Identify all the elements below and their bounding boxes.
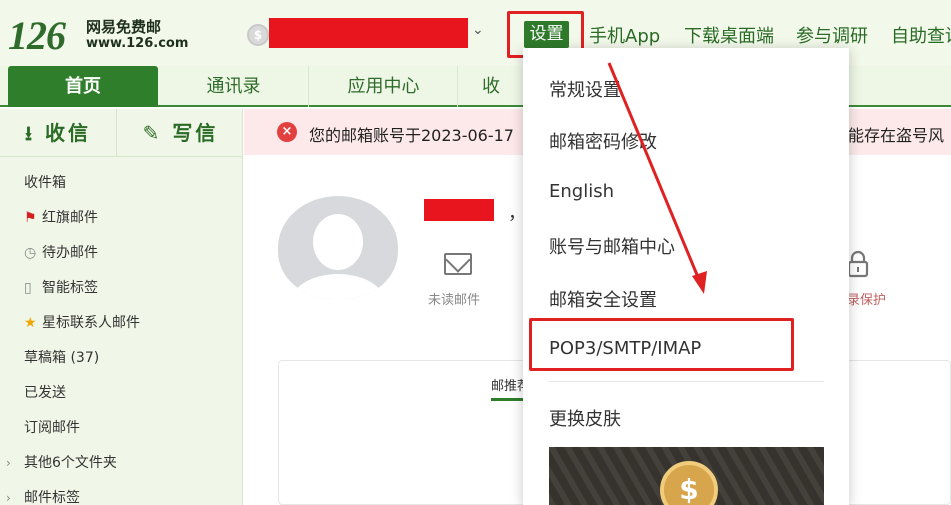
chevron-right-icon[interactable]: › (6, 456, 11, 470)
receive-label: 收信 (44, 121, 91, 145)
menu-item-english[interactable]: English (549, 181, 614, 202)
folder-label: 红旗邮件 (42, 210, 98, 226)
folder-label: 订阅邮件 (24, 420, 80, 436)
tab-partial[interactable]: 收 (459, 66, 523, 107)
account-badge-icon: $ (247, 24, 269, 46)
mail-envelope-icon[interactable] (444, 253, 472, 275)
download-icon: ⭳ (25, 121, 36, 145)
settings-dropdown-menu: 常规设置 邮箱密码修改 English 账号与邮箱中心 邮箱安全设置 POP3/… (523, 48, 849, 505)
folder-subscriptions[interactable]: 订阅邮件 (24, 417, 80, 439)
tab-home[interactable]: 首页 (8, 66, 158, 107)
folder-label: 其他6个文件夹 (24, 455, 117, 471)
folder-todo[interactable]: ◷ 待办邮件 (24, 242, 98, 264)
alert-text: 您的邮箱账号于2023-06-17 (309, 126, 514, 145)
menu-item-account-center[interactable]: 账号与邮箱中心 (549, 233, 675, 259)
menu-item-security-settings[interactable]: 邮箱安全设置 (549, 286, 657, 312)
folder-star-contacts[interactable]: ★ 星标联系人邮件 (24, 312, 140, 334)
receive-button[interactable]: ⭳ 收信 (0, 109, 117, 157)
tag-icon: ▯ (24, 280, 32, 296)
folder-smart-tag[interactable]: ▯ 智能标签 (24, 277, 98, 299)
nav-download-desktop[interactable]: 下载桌面端 (684, 22, 774, 48)
avatar[interactable] (278, 196, 398, 299)
tab-app-center[interactable]: 应用中心 (310, 66, 458, 107)
settings-button[interactable]: 设置 (524, 21, 569, 48)
compose-row: ⭳ 收信 ✎ 写信 (0, 109, 243, 157)
folder-label: 智能标签 (42, 280, 98, 296)
user-name-redacted (424, 199, 494, 221)
folder-label: 草稿箱 (37) (24, 350, 100, 366)
logo-url: www.126.com (86, 36, 189, 51)
logo-number: 126 (8, 13, 66, 58)
folder-other-folders[interactable]: 其他6个文件夹 (24, 452, 117, 474)
menu-item-change-skin[interactable]: 更换皮肤 (549, 405, 621, 431)
star-icon: ★ (24, 315, 37, 331)
folder-label: 待办邮件 (42, 245, 98, 261)
folder-sent[interactable]: 已发送 (24, 382, 66, 404)
alert-text-right: 能存在盗号风 (848, 126, 945, 145)
account-name-redacted[interactable] (269, 18, 468, 48)
chevron-down-icon[interactable]: ⌄ (472, 22, 484, 38)
pop3-highlight-box (529, 318, 794, 371)
chevron-right-icon[interactable]: › (6, 491, 11, 505)
clock-icon: ◷ (24, 245, 37, 261)
logo-name: 网易免费邮 (86, 18, 162, 36)
menu-item-change-password[interactable]: 邮箱密码修改 (549, 128, 657, 154)
folder-red-flag[interactable]: ⚑ 红旗邮件 (24, 207, 98, 229)
write-button[interactable]: ✎ 写信 (118, 109, 243, 157)
folder-mail-tags[interactable]: 邮件标签 (24, 487, 80, 505)
nav-self-service[interactable]: 自助查询 (891, 22, 951, 48)
folder-drafts[interactable]: 草稿箱 (37) (24, 347, 99, 369)
close-circle-icon[interactable]: × (277, 122, 297, 142)
folder-label: 已发送 (24, 385, 66, 401)
red-flag-icon: ⚑ (24, 210, 37, 226)
folder-label: 星标联系人邮件 (42, 315, 140, 331)
edit-icon: ✎ (142, 121, 163, 145)
menu-divider (549, 381, 824, 382)
nav-mobile-app[interactable]: 手机App (589, 22, 660, 48)
nav-survey[interactable]: 参与调研 (796, 22, 868, 48)
folder-label: 邮件标签 (24, 490, 80, 505)
lock-icon[interactable] (847, 250, 869, 278)
sidebar: ⭳ 收信 ✎ 写信 (0, 109, 243, 505)
menu-item-general-settings[interactable]: 常规设置 (549, 76, 621, 102)
tab-contacts[interactable]: 通讯录 (159, 66, 309, 107)
folder-label: 收件箱 (24, 175, 66, 191)
write-label: 写信 (172, 121, 219, 145)
login-protect-label[interactable]: 录保护 (847, 289, 886, 308)
card-tab-underline (491, 398, 525, 401)
coin-icon: $ (660, 461, 718, 505)
folder-inbox[interactable]: 收件箱 (24, 172, 66, 194)
unread-mail-label[interactable]: 未读邮件 (428, 289, 480, 308)
skin-preview-banner[interactable]: $ (549, 447, 824, 505)
